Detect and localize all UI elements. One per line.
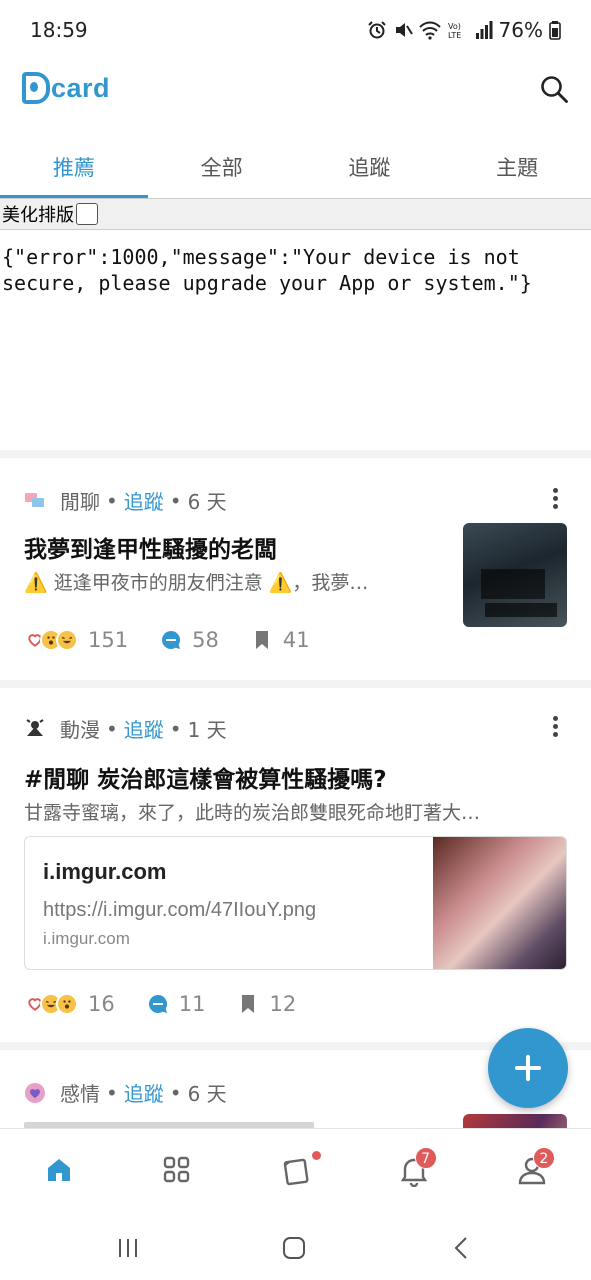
board-name[interactable]: 動漫 <box>60 714 100 743</box>
alarm-icon <box>367 21 386 39</box>
nav-cards[interactable] <box>236 1129 354 1216</box>
volte-icon: Vo)LTE <box>448 22 461 40</box>
meta-separator: • <box>169 1080 182 1105</box>
link-url: https://i.imgur.com/47IIouY.png <box>43 899 317 921</box>
comment-count: 11 <box>178 992 206 1016</box>
board-name[interactable]: 感情 <box>60 1078 100 1107</box>
tab-all[interactable]: 全部 <box>148 140 296 198</box>
board-name[interactable]: 閒聊 <box>60 486 100 515</box>
meta-separator: • <box>169 716 182 741</box>
post-stats: 151 58 41 <box>24 628 310 652</box>
profile-badge: 2 <box>532 1147 555 1169</box>
post-age: 1 天 <box>187 718 227 742</box>
save-count: 12 <box>269 992 297 1016</box>
post-excerpt: 甘露寺蜜璃，來了，此時的炭治郎雙眼死命地盯著大… <box>24 802 481 824</box>
pretty-print-bar: 美化排版 <box>0 198 591 230</box>
post-stats: 16 11 12 <box>24 992 296 1016</box>
link-preview-image <box>433 837 566 969</box>
nav-boards[interactable] <box>118 1129 236 1216</box>
divider <box>0 450 591 458</box>
post-title: #閒聊 炭治郎這樣會被算性騷擾嗎? <box>24 767 387 793</box>
tab-topics[interactable]: 主題 <box>443 140 591 198</box>
more-options-icon[interactable] <box>553 716 559 738</box>
nav-home[interactable] <box>0 1129 118 1216</box>
more-options-icon[interactable] <box>553 488 559 510</box>
status-icons: Vo) LTE 76% <box>367 18 561 42</box>
system-nav-bar <box>0 1216 591 1280</box>
home-button-icon[interactable] <box>282 1236 306 1260</box>
battery-icon <box>549 21 561 40</box>
pretty-print-checkbox[interactable] <box>76 203 98 225</box>
feed-tabs: 推薦 全部 追蹤 主題 <box>0 140 591 198</box>
mute-icon <box>395 23 413 37</box>
comment-count: 58 <box>192 628 219 652</box>
error-response-text: {"error":1000,"message":"Your device is … <box>2 245 532 295</box>
wifi-icon <box>418 21 441 40</box>
new-indicator-dot <box>312 1151 322 1160</box>
thumbnail-caption <box>481 569 545 599</box>
status-bar: 18:59 Vo) LTE 76% <box>0 0 591 60</box>
like-count: 16 <box>88 992 115 1016</box>
nav-profile[interactable]: 2 <box>473 1129 591 1216</box>
meta-separator: • <box>169 488 182 513</box>
home-icon <box>48 1159 71 1181</box>
pretty-print-label: 美化排版 <box>2 205 74 226</box>
link-preview-card[interactable]: i.imgur.com https://i.imgur.com/47IIouY.… <box>24 836 567 970</box>
bookmark-icon[interactable] <box>237 993 259 1015</box>
post-meta: 閒聊 • 追蹤 • 6 天 <box>24 486 227 515</box>
post-meta: 動漫 • 追蹤 • 1 天 <box>24 714 227 743</box>
follow-link[interactable]: 追蹤 <box>124 486 164 515</box>
nav-notifications[interactable]: 7 <box>355 1129 473 1216</box>
laugh-reaction-icon <box>56 629 78 651</box>
post-card[interactable]: 閒聊 • 追蹤 • 6 天 我夢到逢甲性騷擾的老闆 ⚠️ 逛逢甲夜市的朋友們注意… <box>0 458 591 680</box>
post-thumbnail <box>463 523 567 627</box>
reactions[interactable] <box>24 629 78 651</box>
meta-separator: • <box>106 1080 118 1105</box>
thumbnail-caption <box>485 603 557 617</box>
app-header: card <box>0 60 591 130</box>
svg-text:LTE: LTE <box>448 31 461 40</box>
tab-recommended[interactable]: 推薦 <box>0 140 148 198</box>
signal-icon <box>475 21 493 39</box>
post-meta: 感情 • 追蹤 • 6 天 <box>24 1078 227 1107</box>
chat-board-icon <box>25 492 44 507</box>
post-age: 6 天 <box>187 1082 227 1106</box>
meta-separator: • <box>106 716 118 741</box>
follow-link[interactable]: 追蹤 <box>124 714 164 743</box>
recent-apps-icon[interactable] <box>116 1236 140 1260</box>
comment-icon[interactable] <box>160 629 182 651</box>
svg-text:Vo): Vo) <box>448 22 461 31</box>
bookmark-icon[interactable] <box>251 629 273 651</box>
anime-board-icon <box>26 718 44 736</box>
status-time: 18:59 <box>30 18 88 42</box>
card-icon <box>283 1158 309 1186</box>
notifications-badge: 7 <box>414 1147 437 1169</box>
post-excerpt: ⚠️ 逛逢甲夜市的朋友們注意 ⚠️，我夢… <box>24 572 369 594</box>
bottom-nav: 7 2 <box>0 1128 591 1216</box>
battery-percent: 76% <box>498 18 543 42</box>
new-post-button[interactable] <box>488 1028 568 1108</box>
tab-following[interactable]: 追蹤 <box>296 140 444 198</box>
wow-reaction-icon <box>56 993 78 1015</box>
save-count: 41 <box>282 628 310 652</box>
comment-icon[interactable] <box>147 993 169 1015</box>
post-thumbnail <box>463 1114 567 1128</box>
follow-link[interactable]: 追蹤 <box>124 1078 164 1107</box>
post-age: 6 天 <box>187 490 227 514</box>
link-domain: i.imgur.com <box>43 929 130 948</box>
search-icon[interactable] <box>539 74 569 104</box>
post-card[interactable]: 動漫 • 追蹤 • 1 天 #閒聊 炭治郎這樣會被算性騷擾嗎? 甘露寺蜜璃，來了… <box>0 688 591 1042</box>
dcard-logo-mark <box>22 72 50 104</box>
dcard-logo-text: card <box>51 72 111 103</box>
post-title: 我夢到逢甲性騷擾的老闆 <box>24 537 277 563</box>
reactions[interactable] <box>24 993 78 1015</box>
grid-icon <box>164 1156 190 1183</box>
heart-board-icon <box>25 1082 45 1103</box>
like-count: 151 <box>88 628 129 652</box>
meta-separator: • <box>106 488 118 513</box>
divider <box>0 680 591 688</box>
dcard-logo[interactable]: card <box>22 72 110 104</box>
link-title: i.imgur.com <box>43 859 167 884</box>
back-icon[interactable] <box>450 1236 474 1260</box>
